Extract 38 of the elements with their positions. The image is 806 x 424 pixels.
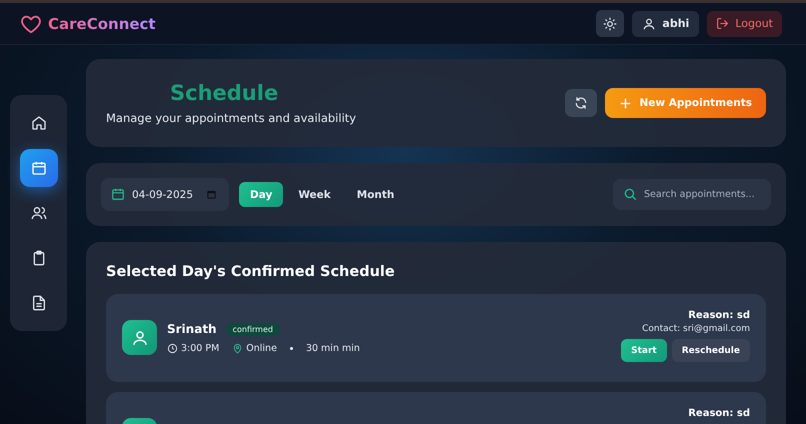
view-tab[interactable]: Month: [346, 182, 406, 207]
appointment-location: Online: [246, 343, 277, 354]
app-name: CareConnect: [48, 14, 156, 32]
status-badge: confirmed: [226, 322, 280, 336]
appointment-reason: Reason: sd: [688, 310, 750, 321]
section-title: Selected Day's Confirmed Schedule: [106, 264, 396, 280]
contact-email: Contact: sri@gmail.com: [642, 324, 750, 334]
home-icon: [30, 115, 46, 131]
plus-icon: [619, 96, 632, 110]
user-icon: [642, 16, 656, 30]
refresh-icon: [574, 96, 588, 110]
search-field[interactable]: Search appointments...: [613, 179, 771, 210]
appointment-reason: Reason: sd: [688, 408, 750, 419]
user-avatar-icon: [122, 320, 157, 355]
location-pin-icon: [232, 343, 244, 354]
separator-dot: [290, 347, 293, 350]
patient-name: Srinath: [167, 322, 217, 336]
page-title: Schedule: [170, 81, 278, 105]
calendar-icon: [111, 187, 125, 201]
clipboard-icon: [30, 250, 46, 266]
date-field[interactable]: 04-09-2025: [101, 178, 229, 211]
logout-icon: [716, 17, 730, 30]
user-button[interactable]: abhi: [632, 10, 700, 36]
users-icon: [30, 205, 46, 221]
refresh-button[interactable]: [565, 89, 598, 117]
sidebar-item[interactable]: [20, 149, 58, 187]
view-tab[interactable]: Week: [287, 182, 342, 207]
page-subtitle: Manage your appointments and availability: [106, 111, 356, 125]
sun-icon: [603, 16, 618, 30]
appointment-time: 3:00 PM: [181, 343, 220, 354]
calendar-icon: [30, 160, 46, 176]
clock-icon: [167, 343, 178, 354]
appointment-action-button[interactable]: Reschedule: [672, 339, 750, 362]
logout-button[interactable]: Logout: [707, 10, 782, 36]
search-icon: [623, 187, 637, 201]
appointment-duration: 30 min min: [306, 343, 360, 354]
document-icon: [30, 295, 46, 311]
theme-toggle-button[interactable]: [596, 10, 624, 37]
